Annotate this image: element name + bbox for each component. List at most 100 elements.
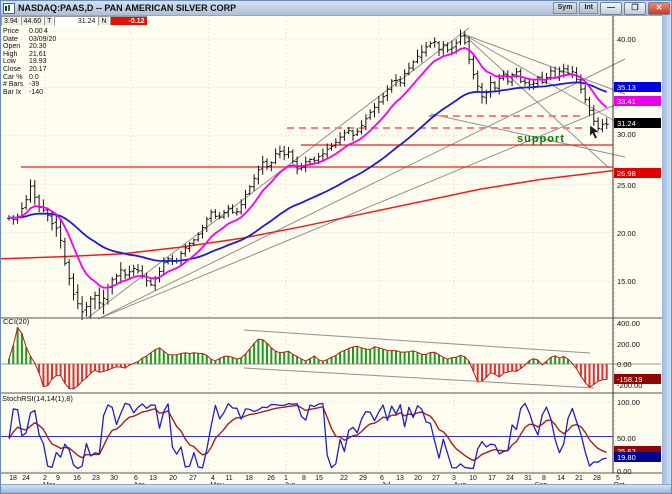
- price-bar: [213, 209, 218, 219]
- x-axis-day-label: 8: [302, 475, 306, 482]
- candlestick-bars-group: [7, 29, 609, 320]
- quote-field-4[interactable]: N: [98, 16, 110, 26]
- axis-label: 40.00: [617, 35, 636, 44]
- x-axis-day-label: 31: [524, 475, 532, 482]
- price-bar: [256, 165, 261, 185]
- x-axis-day-label: 22: [340, 475, 348, 482]
- price-bar: [419, 45, 424, 63]
- ma-50-line: [8, 81, 608, 262]
- price-bar: [187, 242, 192, 253]
- price-bar: [62, 237, 67, 266]
- cci-panel-label: CCI(20): [3, 317, 30, 326]
- x-axis-day-label: 23: [92, 475, 100, 482]
- x-axis-day-label: 8: [542, 475, 546, 482]
- x-axis-day-label: 26: [267, 475, 275, 482]
- x-axis-day-label: 30: [110, 475, 118, 482]
- price-bar: [24, 195, 29, 210]
- axis-tag-label: 19.80: [617, 453, 636, 462]
- x-axis-day-label: 27: [432, 475, 440, 482]
- price-bar: [458, 29, 463, 46]
- price-bar: [372, 103, 377, 118]
- x-axis-day-label: 21: [575, 475, 583, 482]
- cci-channel-line: [243, 329, 591, 354]
- trendline: [462, 33, 610, 169]
- quote-field-3[interactable]: 31.24: [54, 16, 99, 26]
- price-bar: [342, 129, 347, 141]
- price-bar: [28, 179, 33, 203]
- price-bar: [136, 264, 140, 274]
- price-bar: [329, 143, 334, 151]
- price-bar: [583, 85, 588, 104]
- price-bar: [209, 209, 214, 223]
- price-bar: [510, 72, 515, 87]
- x-axis-day-label: 5: [616, 475, 620, 482]
- quote-bar[interactable]: 3.94 44.60 T 31.24 N -0.12: [1, 16, 148, 26]
- price-bar: [320, 148, 325, 161]
- x-axis-day-label: 2: [43, 475, 47, 482]
- price-bar: [170, 254, 175, 265]
- axis-tag-label: 31.24: [617, 119, 636, 128]
- price-bar: [196, 232, 201, 242]
- chart-window: support CCI(20) StochRSI(14,14(1),8) 40.00 3…: [0, 0, 672, 494]
- x-axis-day-label: 15: [315, 475, 323, 482]
- price-bar: [333, 138, 338, 149]
- axis-label: 200.00: [617, 340, 640, 349]
- price-bar: [570, 65, 575, 79]
- price-bar: [15, 213, 20, 224]
- crosshair-readout: 4: [44, 28, 48, 35]
- price-bar: [355, 127, 360, 136]
- price-bar: [406, 62, 411, 76]
- data-window-row: Close 20.17: [3, 65, 47, 73]
- price-bar: [114, 273, 119, 284]
- price-bar: [437, 41, 441, 56]
- price-bar: [84, 301, 89, 317]
- data-window-row: Price 0.00: [3, 28, 43, 35]
- x-axis-day-label: 18: [245, 475, 253, 482]
- window-right-border: [662, 15, 671, 493]
- price-bar: [144, 272, 149, 287]
- title-bar[interactable]: NASDAQ:PAAS,D -- PAN AMERICAN SILVER COR…: [1, 1, 671, 16]
- cci-histogram-group: [8, 327, 608, 389]
- price-bar: [566, 64, 570, 75]
- price-bar: [148, 279, 153, 287]
- x-axis-day-label: 18: [9, 475, 17, 482]
- price-bar: [540, 71, 545, 85]
- quote-field-1[interactable]: 44.60: [20, 16, 45, 26]
- x-axis-day-label: 20: [169, 475, 177, 482]
- price-bar: [269, 161, 274, 172]
- sym-button[interactable]: Sym: [552, 2, 578, 14]
- price-bar: [252, 174, 257, 192]
- maximize-button[interactable]: ❐: [624, 1, 646, 15]
- close-button[interactable]: ✕: [648, 1, 670, 15]
- quote-field-0[interactable]: 3.94: [1, 16, 21, 26]
- price-bar: [488, 75, 493, 98]
- axis-label: 100.00: [617, 398, 640, 407]
- chart-canvas[interactable]: supportCCI(20)StochRSI(14,14(1),8)40.003…: [1, 1, 672, 494]
- x-axis-day-label: 9: [56, 475, 60, 482]
- data-window-row: High 21.61: [3, 50, 47, 58]
- window-title: NASDAQ:PAAS,D -- PAN AMERICAN SILVER COR…: [18, 3, 237, 13]
- horizontal-scrollbar[interactable]: [1, 484, 671, 493]
- x-axis-day-label: 1: [284, 475, 288, 482]
- int-button[interactable]: Int: [579, 2, 598, 14]
- x-axis-day-label: 28: [593, 475, 601, 482]
- x-axis-day-label: 13: [396, 475, 404, 482]
- x-axis-day-label: 11: [225, 475, 232, 482]
- price-bar: [290, 149, 295, 164]
- price-bar: [123, 268, 128, 279]
- price-bar: [226, 204, 231, 218]
- trendline: [97, 58, 626, 320]
- support-annotation: support: [517, 133, 565, 145]
- x-axis-day-label: 24: [22, 475, 30, 482]
- mouse-cursor-icon: [589, 124, 600, 140]
- quote-field-2[interactable]: T: [44, 16, 55, 26]
- x-axis-day-label: 17: [488, 475, 496, 482]
- quote-field-5[interactable]: -0.12: [109, 16, 148, 26]
- axis-tag-label: 26.98: [617, 169, 636, 178]
- axis-tag-label: 33.41: [617, 97, 636, 106]
- x-axis-day-label: 6: [380, 475, 384, 482]
- cci-channel-line: [243, 367, 595, 389]
- minimize-button[interactable]: —: [600, 1, 622, 15]
- price-bar: [428, 41, 433, 49]
- price-bar: [600, 118, 605, 133]
